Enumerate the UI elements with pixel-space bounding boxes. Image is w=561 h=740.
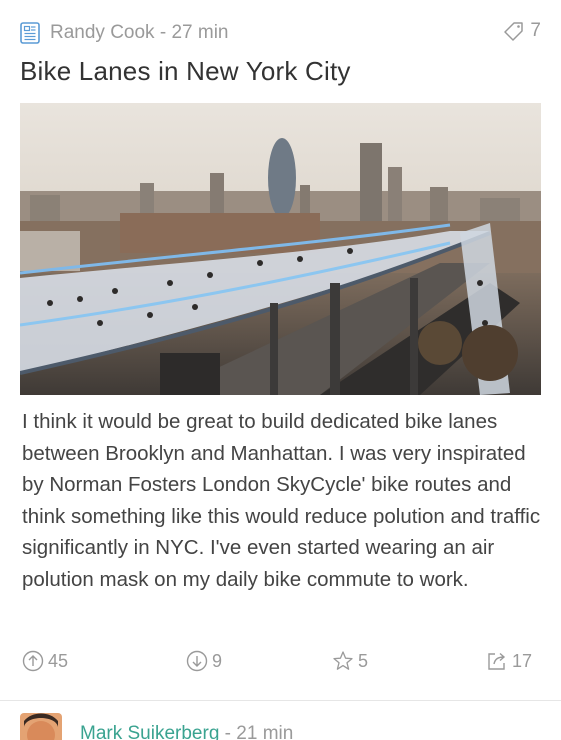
post-image[interactable] [20, 103, 541, 395]
upvote-count: 45 [48, 650, 69, 671]
downvote-button[interactable]: 9 [186, 650, 222, 672]
post-meta: Randy Cook - 27 min 7 [20, 18, 541, 48]
author-meta: Randy Cook - 27 min [50, 22, 228, 44]
favorite-button[interactable]: 5 [332, 650, 368, 672]
star-icon [333, 651, 353, 670]
post-title[interactable]: Bike Lanes in New York City [20, 56, 351, 87]
author-name[interactable]: Randy Cook [50, 22, 155, 43]
next-post-meta: Mark Suikerberg - 21 min [80, 723, 293, 740]
share-icon [488, 652, 506, 670]
document-icon [20, 22, 40, 44]
share-button[interactable]: 17 [486, 650, 532, 672]
tag-icon [504, 22, 524, 41]
next-meta-separator: - [219, 723, 237, 740]
upvote-icon [22, 650, 44, 672]
meta-separator: - [154, 22, 172, 43]
downvote-count: 9 [212, 650, 223, 671]
post-body: I think it would be great to build dedic… [22, 410, 541, 591]
skycycle-illustration [20, 103, 541, 395]
share-count: 17 [512, 650, 533, 671]
avatar[interactable] [20, 713, 62, 740]
post-time: 27 min [171, 22, 229, 43]
downvote-icon [186, 650, 208, 672]
tag-button[interactable]: 7 [504, 20, 541, 42]
next-author-name[interactable]: Mark Suikerberg [80, 723, 219, 740]
post-actions: 45 9 5 17 [20, 650, 535, 680]
post-card: Randy Cook - 27 min 7 Bike Lanes in New … [0, 0, 561, 700]
upvote-button[interactable]: 45 [22, 650, 68, 672]
next-post-time: 21 min [236, 723, 294, 740]
favorite-count: 5 [358, 650, 369, 671]
avatar-image [20, 713, 62, 740]
tag-count: 7 [530, 20, 541, 41]
next-post-card: Mark Suikerberg - 21 min [0, 701, 561, 740]
